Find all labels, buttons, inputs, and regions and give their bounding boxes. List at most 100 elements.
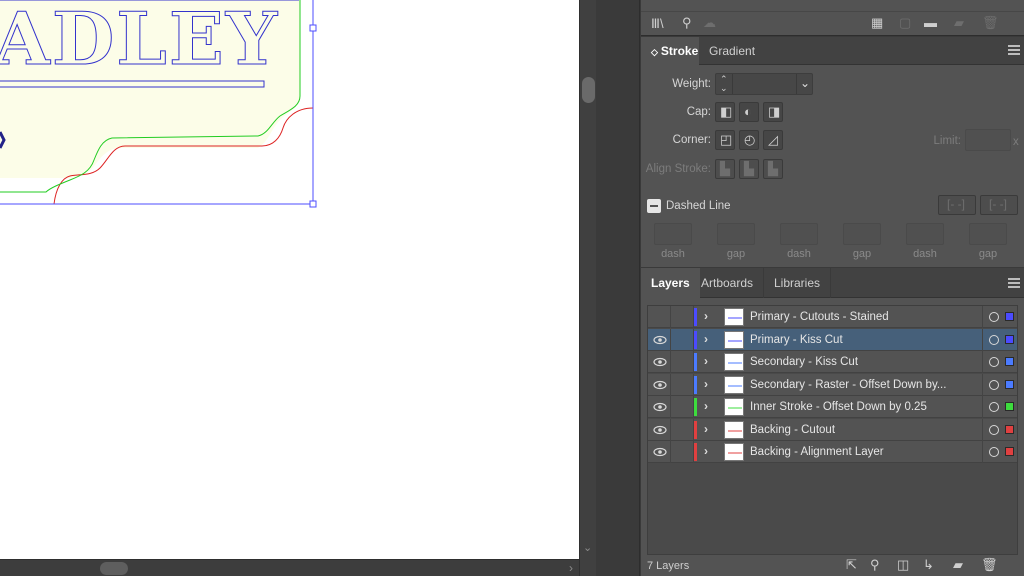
dash-field-3[interactable] [906,223,944,245]
layer-row[interactable]: › Secondary - Kiss Cut [648,351,1017,373]
expand-chevron-icon[interactable]: › [704,377,708,391]
layer-thumbnail [724,308,744,326]
target-circle-icon[interactable] [989,312,999,322]
panel-menu-icon[interactable] [1008,45,1020,55]
horizontal-scrollbar[interactable]: › [0,559,579,576]
layer-row[interactable]: › Backing - Cutout [648,418,1017,441]
limit-field[interactable] [965,129,1011,151]
visibility-eye-icon[interactable] [652,374,670,396]
libraries-icon[interactable]: Ⅲ\ [651,17,664,31]
target-circle-icon[interactable] [989,402,999,412]
tab-gradient[interactable]: Gradient [699,37,765,65]
scroll-down-icon[interactable]: ⌄ [583,541,592,554]
folder-icon[interactable]: ▬ [924,16,937,30]
document-icon[interactable]: ▢ [899,16,911,30]
gap-field-3[interactable] [969,223,1007,245]
vertical-scrollbar[interactable]: ⌄ [579,0,596,576]
dashed-line-checkbox[interactable] [647,199,661,213]
layer-count: 7 Layers [647,560,690,572]
link-icon[interactable]: ⚲ [682,16,692,30]
tab-stroke[interactable]: ◇ Stroke [641,37,699,65]
round-cap-button[interactable]: ◐ [739,102,759,122]
layer-row[interactable]: › Backing - Alignment Layer [648,441,1017,463]
locate-icon[interactable]: ⚲ [870,558,880,572]
miter-join-button[interactable]: ◰ [715,130,735,150]
grid-icon[interactable]: ▦ [871,16,883,30]
expand-chevron-icon[interactable]: › [704,310,708,323]
layer-row[interactable]: › Inner Stroke - Offset Down by 0.25 [648,396,1017,418]
target-circle-icon[interactable] [989,447,999,457]
weight-field[interactable]: ⌃ ⌄ ⌄ [715,73,813,95]
visibility-eye-icon[interactable] [652,396,670,418]
dash-field-2[interactable] [780,223,818,245]
selection-square[interactable] [1005,334,1014,344]
dash-align-button[interactable]: [- -] [980,195,1018,215]
clip-mask-icon[interactable]: ◫ [897,558,909,572]
layer-row[interactable]: › Primary - Cutouts - Stained [648,306,1017,328]
chevron-down-icon[interactable]: ⌄ [800,76,810,90]
selection-square[interactable] [1005,424,1014,434]
align-center-button[interactable]: ▙ [715,159,735,179]
layer-row[interactable]: › Primary - Kiss Cut [648,328,1017,351]
layers-list[interactable]: › Primary - Cutouts - Stained › Primary - K… [647,305,1018,555]
layer-thumbnail [724,330,744,349]
libraries-panel-strip: Ⅲ\ ⚲ ☁ ▦ ▢ ▬ ▰ 🗑 [641,0,1024,36]
layer-name[interactable]: Secondary - Kiss Cut [750,351,858,373]
dash-field-1[interactable] [654,223,692,245]
expand-chevron-icon[interactable]: › [704,445,708,458]
visibility-eye-icon[interactable] [652,329,670,351]
round-join-button[interactable]: ◴ [739,130,759,150]
artwork[interactable]: ADLEY [0,0,579,559]
selection-square[interactable] [1005,402,1014,411]
scroll-right-icon[interactable]: › [569,561,573,575]
gap-field-2[interactable] [843,223,881,245]
visibility-eye-icon[interactable] [652,441,670,463]
export-icon[interactable]: ⇱ [846,558,857,572]
align-inside-button[interactable]: ▙ [739,159,759,179]
round-cap-icon: ◐ [744,104,752,119]
selection-square[interactable] [1005,357,1014,366]
expand-chevron-icon[interactable]: › [704,355,708,368]
expand-chevron-icon[interactable]: › [704,400,708,413]
stepper-icon[interactable]: ⌃ ⌄ [720,75,728,93]
target-circle-icon[interactable] [989,424,999,435]
layer-name[interactable]: Primary - Cutouts - Stained [750,306,889,328]
visibility-eye-icon[interactable] [652,306,670,328]
layer-name[interactable]: Backing - Alignment Layer [750,441,884,463]
butt-cap-button[interactable]: ◧ [715,102,735,122]
align-outside-button[interactable]: ▙ [763,159,783,179]
selection-square[interactable] [1005,312,1014,321]
layer-row[interactable]: › Secondary - Raster - Offset Down by... [648,373,1017,396]
tab-libraries[interactable]: Libraries [764,268,832,298]
projecting-cap-button[interactable]: ◨ [763,102,783,122]
layer-name[interactable]: Backing - Cutout [750,419,835,441]
expand-chevron-icon[interactable]: › [704,332,708,346]
gap-field-1[interactable] [717,223,755,245]
selection-square[interactable] [1005,379,1014,389]
layer-name[interactable]: Primary - Kiss Cut [750,329,843,351]
visibility-eye-icon[interactable] [652,351,670,373]
dash-preserve-button[interactable]: [- -] [938,195,976,215]
bevel-join-button[interactable]: ◿ [763,130,783,150]
new-item-icon[interactable]: ▰ [954,16,964,30]
vertical-scroll-thumb[interactable] [582,77,595,103]
panel-menu-icon[interactable] [1008,278,1020,288]
visibility-eye-icon[interactable] [652,419,670,441]
horizontal-scroll-thumb[interactable] [100,562,128,575]
target-circle-icon[interactable] [989,357,999,367]
layer-name[interactable]: Inner Stroke - Offset Down by 0.25 [750,396,927,418]
new-layer-icon[interactable]: ▰ [953,558,963,572]
artboard-canvas[interactable]: ADLEY [0,0,579,559]
collapse-icon[interactable]: ◇ [651,47,658,57]
artwork-text: ADLEY [0,0,279,81]
target-circle-icon[interactable] [989,334,999,345]
cloud-icon[interactable]: ☁ [703,16,716,30]
trash-icon[interactable]: 🗑 [981,558,998,572]
sublayer-icon[interactable]: ↳ [923,558,934,572]
trash-icon[interactable]: 🗑 [982,16,999,30]
target-circle-icon[interactable] [989,379,999,390]
expand-chevron-icon[interactable]: › [704,422,708,436]
layer-name[interactable]: Secondary - Raster - Offset Down by... [750,374,946,396]
tab-artboards[interactable]: Artboards [691,268,765,298]
selection-square[interactable] [1005,447,1014,456]
